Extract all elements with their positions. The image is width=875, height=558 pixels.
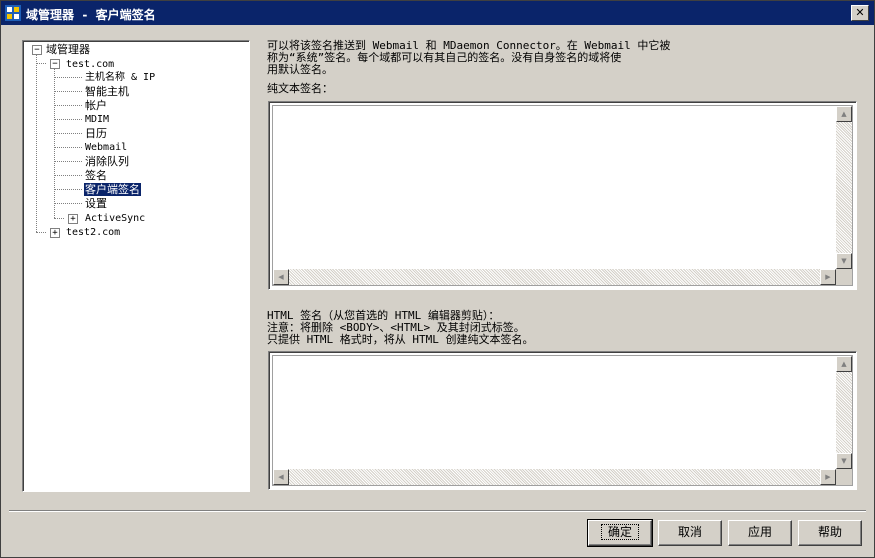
tree-line — [54, 147, 82, 148]
plain-text-label: 纯文本签名： — [267, 82, 333, 95]
domain-tree[interactable]: − 域管理器 − test.com 主机名称 & IP 智能主机 帐户 MDIM… — [22, 40, 250, 492]
title-bar[interactable]: 域管理器 - 客户端签名 ✕ — [1, 1, 874, 25]
tree-item-activesync[interactable]: ActiveSync — [85, 212, 145, 225]
tree-collapse-test-com[interactable]: − — [50, 59, 60, 69]
vertical-scrollbar[interactable]: ▲ ▼ — [836, 356, 852, 469]
tree-line — [54, 203, 82, 204]
ok-button[interactable]: 确定 — [587, 519, 653, 547]
plain-text-signature-field[interactable]: ▲ ▼ ◀ ▶ — [268, 101, 857, 290]
tree-line — [36, 54, 37, 232]
horizontal-scrollbar[interactable]: ◀ ▶ — [273, 269, 836, 285]
tree-item-smarthost[interactable]: 智能主机 — [85, 85, 129, 98]
tree-item-test-com[interactable]: test.com — [66, 58, 114, 71]
html-signature-field[interactable]: ▲ ▼ ◀ ▶ — [268, 351, 857, 490]
tree-expand-test2-com[interactable]: + — [50, 228, 60, 238]
tree-item-accounts[interactable]: 帐户 — [85, 99, 107, 112]
scroll-up-icon[interactable]: ▲ — [836, 106, 852, 122]
tree-line — [54, 218, 64, 219]
scroll-down-icon[interactable]: ▼ — [836, 253, 852, 269]
tree-item-test2-com[interactable]: test2.com — [66, 226, 120, 239]
scroll-left-icon[interactable]: ◀ — [273, 469, 289, 485]
tree-item-signature[interactable]: 签名 — [85, 169, 107, 182]
tree-item-client-signature[interactable]: 客户端签名 — [84, 183, 141, 196]
tree-expand-activesync[interactable]: + — [68, 214, 78, 224]
help-button[interactable]: 帮助 — [798, 520, 862, 546]
vertical-scrollbar[interactable]: ▲ ▼ — [836, 106, 852, 269]
tree-line — [54, 77, 82, 78]
tree-item-settings[interactable]: 设置 — [85, 197, 107, 210]
tree-line — [54, 105, 82, 106]
tree-item-mdim[interactable]: MDIM — [85, 113, 109, 126]
tree-line — [54, 133, 82, 134]
scroll-corner — [836, 469, 852, 485]
tree-item-webmail[interactable]: Webmail — [85, 141, 127, 154]
tree-line — [54, 91, 82, 92]
horizontal-scrollbar[interactable]: ◀ ▶ — [273, 469, 836, 485]
close-icon: ✕ — [855, 6, 865, 19]
apply-button[interactable]: 应用 — [728, 520, 792, 546]
scroll-up-icon[interactable]: ▲ — [836, 356, 852, 372]
scroll-left-icon[interactable]: ◀ — [273, 269, 289, 285]
tree-line — [54, 189, 82, 190]
tree-item-calendar[interactable]: 日历 — [85, 127, 107, 140]
scroll-corner — [836, 269, 852, 285]
description-text: 可以将该签名推送到 Webmail 和 MDaemon Connector。在 … — [267, 39, 671, 76]
tree-item-root[interactable]: 域管理器 — [46, 43, 90, 56]
close-button[interactable]: ✕ — [851, 5, 869, 21]
tree-item-host-ip[interactable]: 主机名称 & IP — [85, 71, 155, 84]
tree-line — [54, 175, 82, 176]
tree-line — [54, 119, 82, 120]
tree-line — [36, 63, 46, 64]
dialog-window: 域管理器 - 客户端签名 ✕ − 域管理器 − test.com 主机名称 & … — [0, 0, 875, 558]
scroll-down-icon[interactable]: ▼ — [836, 453, 852, 469]
tree-line — [54, 161, 82, 162]
tree-item-dequeue[interactable]: 消除队列 — [85, 155, 129, 168]
tree-collapse-root[interactable]: − — [32, 45, 42, 55]
window-title: 域管理器 - 客户端签名 — [26, 8, 156, 22]
html-signature-label: HTML 签名（从您首选的 HTML 编辑器剪贴）： 注意：将删除 <BODY>… — [267, 309, 534, 346]
scroll-right-icon[interactable]: ▶ — [820, 469, 836, 485]
cancel-button[interactable]: 取消 — [658, 520, 722, 546]
scroll-right-icon[interactable]: ▶ — [820, 269, 836, 285]
button-separator — [9, 510, 866, 512]
tree-line — [36, 232, 46, 233]
app-icon — [5, 5, 21, 21]
